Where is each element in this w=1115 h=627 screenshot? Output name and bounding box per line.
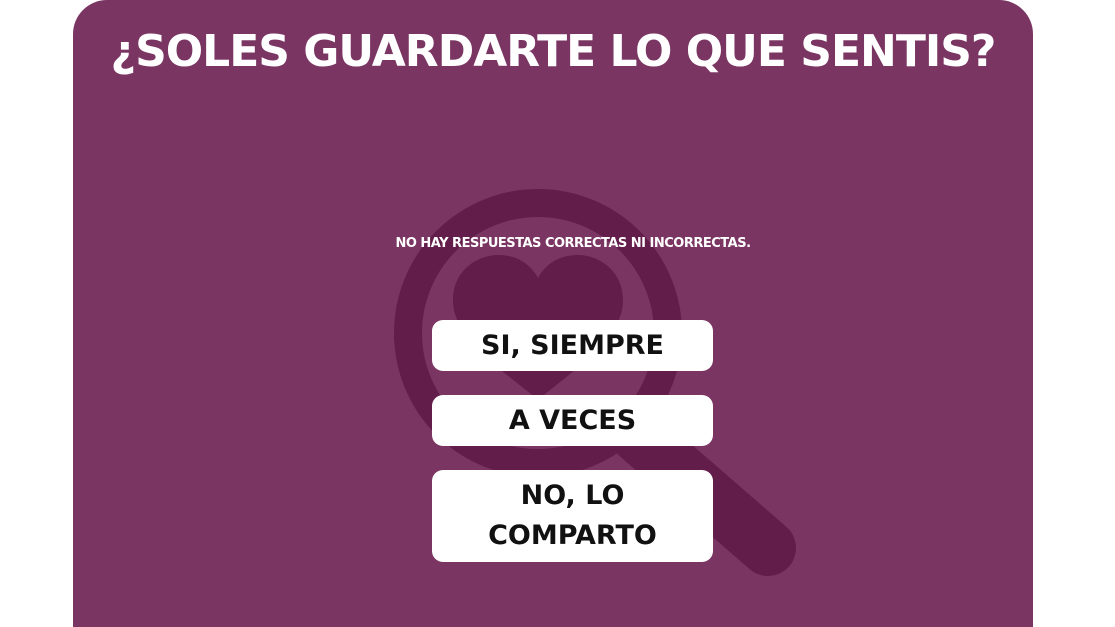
- answer-option-sometimes[interactable]: A VECES: [432, 395, 713, 446]
- answer-option-always[interactable]: SI, SIEMPRE: [432, 320, 713, 371]
- answer-option-label: A VECES: [508, 404, 637, 436]
- answer-option-label: SI, SIEMPRE: [481, 329, 664, 361]
- question-title: ¿SOLES GUARDARTE LO QUE SENTIS?: [110, 26, 997, 77]
- answer-option-share[interactable]: NO, LO COMPARTO: [432, 470, 713, 562]
- answer-option-label: NO, LO COMPARTO: [488, 480, 657, 551]
- quiz-card: ¿SOLES GUARDARTE LO QUE SENTIS? NO HAY R…: [73, 0, 1033, 627]
- hint-text: NO HAY RESPUESTAS CORRECTAS NI INCORRECT…: [395, 236, 751, 251]
